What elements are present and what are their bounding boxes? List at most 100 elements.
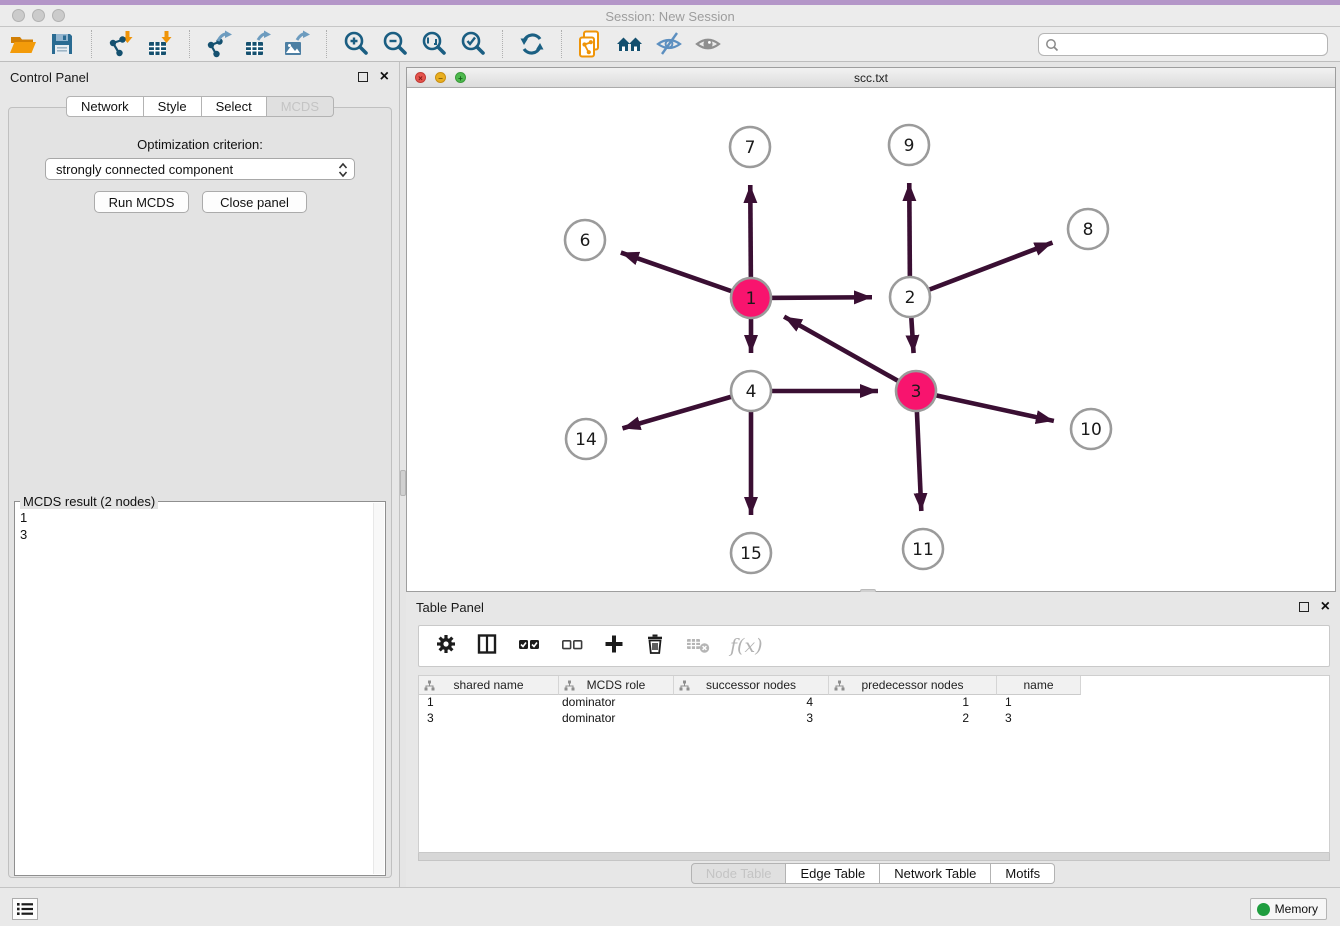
- select-all-columns-icon[interactable]: [517, 633, 541, 660]
- close-panel-button[interactable]: Close panel: [202, 191, 307, 213]
- control-panel-header: Control Panel ×: [0, 62, 399, 92]
- table-panel: Table Panel × f(x) shared name MCDS role…: [406, 592, 1340, 887]
- table-options-icon[interactable]: [435, 633, 457, 660]
- graph-node-label: 1: [746, 289, 757, 309]
- mcds-result-box: [14, 501, 386, 876]
- memory-button[interactable]: Memory: [1250, 898, 1327, 920]
- column-header-name[interactable]: name: [997, 676, 1081, 695]
- tab-mcds[interactable]: MCDS: [267, 96, 334, 117]
- criterion-value: strongly connected component: [56, 162, 233, 177]
- create-column-icon[interactable]: [603, 633, 625, 660]
- float-panel-icon[interactable]: [358, 72, 368, 82]
- cell-mcds-role[interactable]: dominator: [559, 711, 674, 727]
- unselect-all-columns-icon[interactable]: [560, 633, 584, 660]
- zoom-fit-icon[interactable]: [419, 29, 449, 59]
- graph-node-label: 4: [746, 382, 757, 402]
- graph-node-label: 14: [575, 430, 597, 450]
- import-network-icon[interactable]: [106, 29, 136, 59]
- table-tabs: Node Table Edge Table Network Table Moti…: [406, 863, 1340, 884]
- graph-node-label: 3: [911, 382, 922, 402]
- memory-label: Memory: [1275, 902, 1318, 916]
- mcds-result-text[interactable]: 1 3: [20, 509, 27, 543]
- optimization-criterion-label: Optimization criterion:: [0, 137, 400, 152]
- network-graph[interactable]: 7968124314101511: [407, 88, 1335, 591]
- tab-network[interactable]: Network: [66, 96, 144, 117]
- apply-preferred-layout-icon[interactable]: [517, 29, 547, 59]
- delete-table-icon[interactable]: [685, 633, 711, 660]
- cell-shared-name[interactable]: 1: [419, 695, 559, 711]
- table-row[interactable]: 3 dominator 3 2 3: [419, 711, 1329, 727]
- toolbar-separator: [326, 30, 327, 58]
- zoom-selected-icon[interactable]: [458, 29, 488, 59]
- column-header-mcds-role[interactable]: MCDS role: [559, 676, 674, 695]
- close-table-panel-icon[interactable]: ×: [1321, 602, 1330, 612]
- graph-node-label: 8: [1083, 220, 1094, 240]
- save-session-icon[interactable]: [47, 29, 77, 59]
- graph-edge-2-8[interactable]: [910, 243, 1053, 297]
- cell-successor-nodes[interactable]: 3: [674, 711, 829, 727]
- window-titlebar: Session: New Session: [0, 0, 1340, 27]
- graph-node-label: 10: [1080, 420, 1102, 440]
- table-row[interactable]: 1 dominator 4 1 1: [419, 695, 1329, 711]
- first-neighbors-icon[interactable]: [615, 29, 645, 59]
- control-panel-title: Control Panel: [10, 70, 89, 85]
- show-column-icon[interactable]: [476, 633, 498, 660]
- search-input[interactable]: [1060, 35, 1327, 54]
- tab-edge-table[interactable]: Edge Table: [786, 863, 880, 884]
- chevron-up-down-icon: [338, 162, 348, 178]
- status-list-button[interactable]: [12, 898, 38, 920]
- zoom-in-icon[interactable]: [341, 29, 371, 59]
- column-header-successor-nodes[interactable]: successor nodes: [674, 676, 829, 695]
- graph-edge-3-1[interactable]: [784, 317, 916, 391]
- search-icon: [1044, 37, 1060, 53]
- zoom-out-icon[interactable]: [380, 29, 410, 59]
- cell-shared-name[interactable]: 3: [419, 711, 559, 727]
- cell-successor-nodes[interactable]: 4: [674, 695, 829, 711]
- clone-network-icon[interactable]: [576, 29, 606, 59]
- delete-columns-icon[interactable]: [644, 633, 666, 660]
- result-scrollbar[interactable]: [373, 503, 384, 874]
- cell-name[interactable]: 1: [997, 695, 1081, 711]
- column-header-predecessor-nodes[interactable]: predecessor nodes: [829, 676, 997, 695]
- window-top-accent: [0, 0, 1340, 5]
- open-session-icon[interactable]: [8, 29, 38, 59]
- table-header-row: shared name MCDS role successor nodes pr…: [419, 676, 1329, 695]
- graph-node-label: 2: [905, 288, 916, 308]
- network-window-title: scc.txt: [407, 71, 1335, 85]
- table-bottom-strip: [418, 853, 1330, 861]
- network-window-titlebar[interactable]: × − + scc.txt: [407, 68, 1335, 88]
- graph-node-label: 7: [745, 138, 756, 158]
- table-panel-header: Table Panel ×: [406, 592, 1340, 622]
- search-field[interactable]: [1038, 33, 1328, 56]
- tab-network-table[interactable]: Network Table: [880, 863, 991, 884]
- network-window: × − + scc.txt 7968124314101511: [406, 67, 1336, 592]
- cell-predecessor-nodes[interactable]: 1: [829, 695, 997, 711]
- tab-select[interactable]: Select: [202, 96, 267, 117]
- hide-selected-icon[interactable]: [654, 29, 684, 59]
- float-table-panel-icon[interactable]: [1299, 602, 1309, 612]
- run-mcds-button[interactable]: Run MCDS: [94, 191, 189, 213]
- tab-motifs[interactable]: Motifs: [991, 863, 1055, 884]
- cell-predecessor-nodes[interactable]: 2: [829, 711, 997, 727]
- criterion-dropdown[interactable]: strongly connected component: [45, 158, 355, 180]
- table-toolbar: f(x): [418, 625, 1330, 667]
- window-title: Session: New Session: [0, 9, 1340, 24]
- import-table-icon[interactable]: [145, 29, 175, 59]
- tab-style[interactable]: Style: [144, 96, 202, 117]
- toolbar-separator: [91, 30, 92, 58]
- table-panel-title: Table Panel: [416, 600, 484, 615]
- status-bar: Memory: [0, 887, 1340, 926]
- memory-status-dot: [1257, 903, 1270, 916]
- tab-node-table[interactable]: Node Table: [691, 863, 787, 884]
- export-image-icon[interactable]: [282, 29, 312, 59]
- toolbar-separator: [561, 30, 562, 58]
- function-builder-icon[interactable]: f(x): [730, 635, 763, 657]
- graph-node-label: 11: [912, 540, 934, 560]
- show-all-icon[interactable]: [693, 29, 723, 59]
- export-network-icon[interactable]: [204, 29, 234, 59]
- cell-name[interactable]: 3: [997, 711, 1081, 727]
- close-panel-icon[interactable]: ×: [380, 72, 389, 82]
- cell-mcds-role[interactable]: dominator: [559, 695, 674, 711]
- column-header-shared-name[interactable]: shared name: [419, 676, 559, 695]
- export-table-icon[interactable]: [243, 29, 273, 59]
